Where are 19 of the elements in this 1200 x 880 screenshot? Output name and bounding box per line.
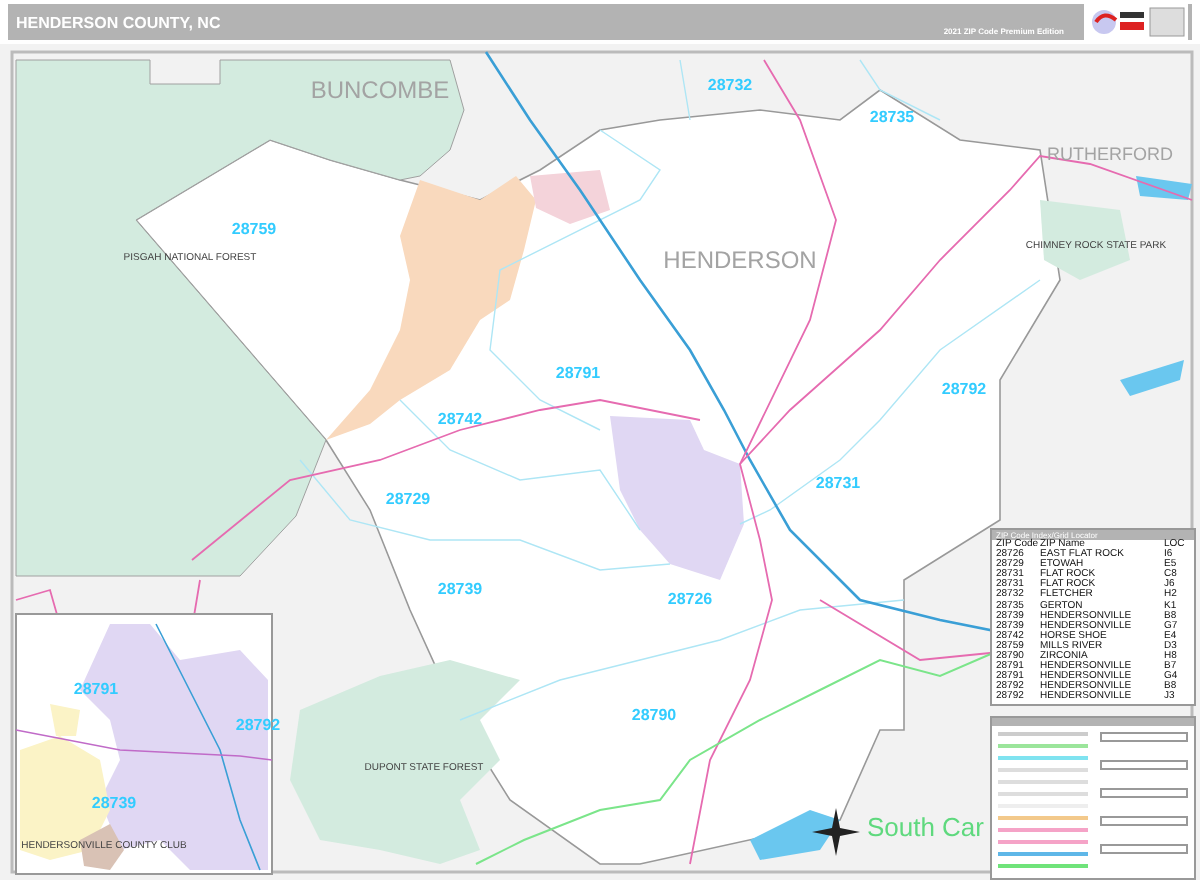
zip-label: 28791 bbox=[73, 680, 119, 698]
county-label: RUTHERFORD bbox=[1047, 144, 1173, 164]
zip-label: 28732 bbox=[707, 76, 753, 94]
county-label: HENDERSON bbox=[663, 246, 817, 274]
zip-label: 28790 bbox=[631, 706, 677, 724]
zip-label: 28739 bbox=[437, 580, 483, 598]
zip-label: 28731 bbox=[815, 474, 861, 492]
zip-label: 28735 bbox=[869, 108, 915, 126]
map-title: HENDERSON COUNTY, NC bbox=[16, 13, 221, 31]
zip-label: 28759 bbox=[231, 220, 277, 238]
zip-label: 28792 bbox=[941, 380, 987, 398]
zip-label: 28742 bbox=[437, 410, 483, 428]
zip-label: 28792 bbox=[235, 716, 281, 734]
zip-label: 28729 bbox=[385, 490, 431, 508]
zip-label: 28726 bbox=[667, 590, 713, 608]
zip-label: 28739 bbox=[91, 794, 137, 812]
county-label: BUNCOMBE bbox=[310, 76, 450, 104]
zip-label: 28791 bbox=[555, 364, 601, 382]
state-label: South Car bbox=[866, 812, 984, 842]
